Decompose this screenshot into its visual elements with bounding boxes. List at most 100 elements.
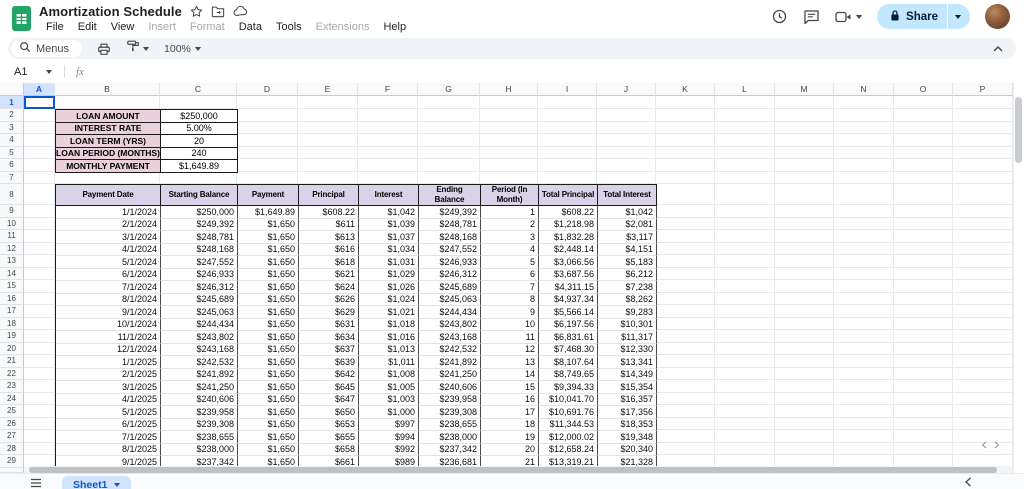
grid-cell[interactable] [715, 367, 775, 380]
grid-cell[interactable] [358, 134, 418, 147]
grid-cell[interactable] [24, 159, 55, 172]
grid-cell[interactable] [24, 230, 55, 243]
schedule-cell[interactable]: $631 [299, 318, 359, 331]
grid-cell[interactable] [953, 267, 1013, 280]
grid-cell[interactable] [358, 146, 418, 159]
schedule-cell[interactable]: 11/1/2024 [56, 331, 161, 344]
grid-cell[interactable] [953, 242, 1013, 255]
schedule-cell[interactable]: $1,029 [359, 268, 419, 281]
video-call-button[interactable] [835, 10, 863, 24]
grid-cell[interactable] [834, 184, 894, 205]
grid-cell[interactable] [953, 230, 1013, 243]
grid-cell[interactable] [358, 121, 418, 134]
grid-cell[interactable] [538, 96, 597, 109]
schedule-cell[interactable]: $18,353 [598, 418, 657, 431]
row-header-28[interactable]: 28 [0, 442, 24, 455]
loan-label-cell[interactable]: LOAN PERIOD (MONTHS) [56, 147, 161, 160]
schedule-header-cell[interactable]: Payment [238, 185, 299, 206]
schedule-cell[interactable]: $7,468.30 [539, 343, 598, 356]
grid-cell[interactable] [775, 280, 834, 293]
grid-cell[interactable] [160, 171, 237, 184]
grid-cell[interactable] [24, 430, 55, 443]
grid-cell[interactable] [298, 121, 358, 134]
grid-cell[interactable] [834, 417, 894, 430]
schedule-cell[interactable]: 6/1/2025 [56, 418, 161, 431]
grid-cell[interactable] [775, 430, 834, 443]
grid-cell[interactable] [775, 292, 834, 305]
schedule-cell[interactable]: $1,650 [238, 331, 299, 344]
grid-cell[interactable] [24, 171, 55, 184]
grid-cell[interactable] [953, 330, 1013, 343]
grid-cell[interactable] [775, 121, 834, 134]
grid-cell[interactable] [715, 380, 775, 393]
select-all-corner[interactable] [0, 83, 24, 96]
schedule-cell[interactable]: $994 [359, 431, 419, 444]
grid-cell[interactable] [237, 121, 298, 134]
grid-cell[interactable] [715, 342, 775, 355]
schedule-cell[interactable]: $9,283 [598, 306, 657, 319]
schedule-cell[interactable]: $241,892 [419, 356, 481, 369]
schedule-cell[interactable]: $239,308 [161, 418, 238, 431]
schedule-cell[interactable]: $246,312 [419, 268, 481, 281]
row-header-3[interactable]: 3 [0, 121, 24, 134]
schedule-cell[interactable]: $618 [299, 256, 359, 269]
grid-cell[interactable] [24, 184, 55, 205]
grid-cell[interactable] [656, 280, 715, 293]
paint-format-button[interactable] [126, 39, 150, 58]
schedule-cell[interactable]: $2,448.14 [539, 243, 598, 256]
grid-cell[interactable] [24, 392, 55, 405]
schedule-cell[interactable]: $239,308 [419, 406, 481, 419]
schedule-cell[interactable]: $4,311.15 [539, 281, 598, 294]
column-header-M[interactable]: M [775, 83, 834, 96]
menu-data[interactable]: Data [232, 20, 269, 34]
loan-label-cell[interactable]: MONTHLY PAYMENT [56, 160, 161, 173]
grid-cell[interactable] [953, 417, 1013, 430]
schedule-cell[interactable]: 16 [481, 393, 539, 406]
schedule-cell[interactable]: 7 [481, 281, 539, 294]
schedule-cell[interactable]: 3/1/2025 [56, 381, 161, 394]
grid-cell[interactable] [237, 96, 298, 109]
star-icon[interactable] [190, 5, 203, 18]
grid-cell[interactable] [775, 380, 834, 393]
grid-cell[interactable] [656, 267, 715, 280]
grid-cell[interactable] [24, 417, 55, 430]
schedule-cell[interactable]: $1,008 [359, 368, 419, 381]
schedule-cell[interactable]: $16,357 [598, 393, 657, 406]
grid-cell[interactable] [894, 330, 953, 343]
column-header-E[interactable]: E [298, 83, 358, 96]
grid-cell[interactable] [834, 442, 894, 455]
schedule-cell[interactable]: $241,250 [161, 381, 238, 394]
menu-edit[interactable]: Edit [71, 20, 104, 34]
grid-cell[interactable] [834, 355, 894, 368]
row-header-22[interactable]: 22 [0, 367, 24, 380]
menu-extensions[interactable]: Extensions [309, 20, 377, 34]
schedule-cell[interactable]: $1,037 [359, 231, 419, 244]
grid-cell[interactable] [358, 159, 418, 172]
column-header-A[interactable]: A [24, 83, 55, 96]
schedule-cell[interactable]: $1,650 [238, 418, 299, 431]
zoom-control[interactable]: 100% [164, 43, 201, 55]
schedule-cell[interactable]: 15 [481, 381, 539, 394]
schedule-cell[interactable]: $247,552 [419, 243, 481, 256]
grid-cell[interactable] [894, 430, 953, 443]
grid-cell[interactable] [953, 121, 1013, 134]
schedule-cell[interactable]: $250,000 [161, 206, 238, 219]
grid-cell[interactable] [597, 96, 656, 109]
schedule-cell[interactable]: $248,168 [419, 231, 481, 244]
grid-cell[interactable] [834, 159, 894, 172]
schedule-cell[interactable]: 3/1/2024 [56, 231, 161, 244]
schedule-cell[interactable]: $5,183 [598, 256, 657, 269]
grid-cell[interactable] [775, 205, 834, 218]
row-header-4[interactable]: 4 [0, 134, 24, 147]
grid-cell[interactable] [597, 146, 656, 159]
grid-cell[interactable] [953, 171, 1013, 184]
grid-cell[interactable] [953, 255, 1013, 268]
all-sheets-menu-icon[interactable] [30, 478, 42, 488]
row-header-24[interactable]: 24 [0, 392, 24, 405]
grid-cell[interactable] [24, 442, 55, 455]
sheet-tab-active[interactable]: Sheet1 [62, 476, 132, 489]
row-header-19[interactable]: 19 [0, 330, 24, 343]
grid-cell[interactable] [715, 267, 775, 280]
grid-cell[interactable] [24, 96, 55, 109]
collapse-toolbar-button[interactable] [992, 44, 1004, 53]
